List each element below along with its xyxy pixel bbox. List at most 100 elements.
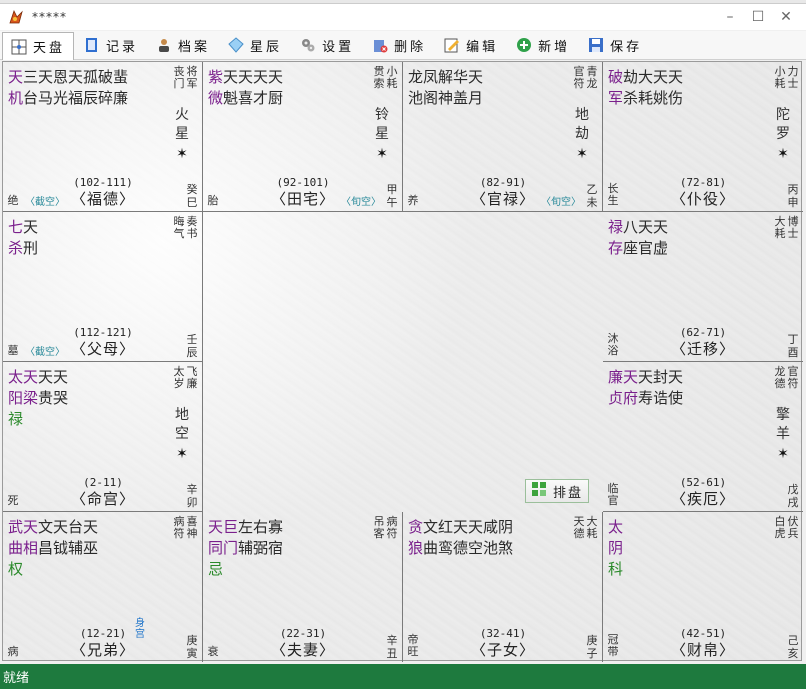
bracket-right: 〉	[719, 190, 736, 208]
palace-cell[interactable]: 七天 杀刑 奏书 晦气墓壬辰 (112-121) 〈父母〉 〈截空〉	[3, 212, 203, 362]
bracket-left: 〈	[70, 641, 87, 659]
star-text: 武天	[8, 518, 39, 536]
star-text: 阳梁	[8, 389, 39, 407]
star-text: 阴	[608, 539, 624, 557]
star-text: 劫大天天	[623, 68, 684, 86]
main-toolbar: 天盘 记录 档案 星辰 设置 删除 编辑 新增 保存	[0, 31, 806, 60]
minor-stars: 病符 吊客	[373, 516, 398, 540]
palace-name-text: 疾厄	[686, 490, 719, 508]
palace-name: 〈兄弟〉	[3, 639, 203, 660]
star-row: 军杀耗姚伤	[608, 87, 683, 108]
bracket-left: 〈	[270, 641, 287, 659]
bracket-right: 〉	[519, 641, 536, 659]
toolbar-button-0[interactable]: 天盘	[2, 32, 75, 60]
bracket-left: 〈	[470, 641, 487, 659]
star-text: 存	[608, 239, 624, 257]
vertical-star: 擎羊	[776, 407, 790, 442]
minor-stars: 飞廉 太岁	[173, 366, 198, 390]
void-mark: 〈截空〉	[25, 197, 65, 208]
minor-stars: 力士 小耗	[774, 66, 799, 90]
notebook-icon	[84, 37, 100, 53]
person-icon	[156, 37, 172, 53]
toolbar-button-4[interactable]: 设置	[292, 32, 362, 58]
star-text: 三天恩天孤破蜚	[23, 68, 129, 86]
gears-icon	[300, 37, 316, 53]
palace-name: 〈仆役〉	[603, 188, 803, 209]
status-bar: 就绪	[0, 664, 806, 689]
star-text: 辅弼宿	[238, 539, 284, 557]
minor-star-text: 大耗	[586, 515, 598, 540]
star-row: 廉天天封天	[608, 366, 683, 387]
star-text: 曲鸾德空池煞	[423, 539, 514, 557]
save-icon	[588, 37, 604, 53]
star-text: 座官虚	[623, 239, 669, 257]
close-button[interactable]: ✕	[773, 4, 799, 30]
star-row: 阳梁贵哭	[8, 387, 68, 408]
palace-name-text: 父母	[86, 340, 119, 358]
app-logo-icon	[8, 9, 24, 25]
star-text: 机	[8, 89, 24, 107]
toolbar-button-label: 删除	[394, 39, 427, 55]
star-text: 忌	[208, 560, 224, 578]
bracket-left: 〈	[270, 190, 287, 208]
toolbar-button-label: 档案	[178, 39, 211, 55]
star-row: 杀刑	[8, 237, 38, 258]
minimize-button[interactable]: –	[717, 4, 743, 30]
toolbar-button-7[interactable]: 新增	[508, 32, 578, 58]
toolbar-button-5[interactable]: 删除	[364, 32, 434, 58]
palace-name: 〈迁移〉	[603, 338, 803, 359]
star-text: 军	[608, 89, 624, 107]
star-text: 左右寡	[238, 518, 284, 536]
star-row: 曲相昌钺辅巫	[8, 537, 98, 558]
palace-cell[interactable]: 天三天恩天孤破蜚 机台马光福辰碎廉 将军 丧门 火星 ✶ 绝癸巳 (102-111) 〈福德〉〈…	[3, 62, 203, 212]
star-text: 同门	[208, 539, 239, 557]
star-text: 寿诰使	[638, 389, 684, 407]
delete-icon	[372, 37, 388, 53]
vertical-star: 铃星	[375, 107, 389, 142]
star-text: 池阁神盖月	[408, 89, 484, 107]
star-text: 刑	[23, 239, 39, 257]
star-row: 科	[608, 558, 623, 579]
toolbar-button-2[interactable]: 档案	[148, 32, 218, 58]
palace-cell[interactable]: 紫天天天天 微魁喜才厨 小耗 贯索 铃星 ✶ 胎甲午 (92-101) 〈田宅〉 〈旬空〉	[203, 62, 403, 212]
minor-stars: 将军 丧门	[173, 66, 198, 90]
vertical-star: 地空	[175, 407, 189, 442]
palace-cell[interactable]: 太天天天 阳梁贵哭禄飞廉 太岁 地空 ✶ 死辛卯 (2-11) 〈命宫〉	[3, 362, 203, 512]
palace-cell[interactable]: 天巨左右寡 同门辅弼宿忌病符 吊客衰辛丑 (22-31) 〈夫妻〉	[203, 512, 403, 662]
palace-cell[interactable]: 太阴科伏兵 白虎 冠带 己亥 (42-51) 〈财帛〉	[603, 512, 803, 662]
toolbar-button-1[interactable]: 记录	[76, 32, 146, 58]
minor-star-text: 龙德	[774, 365, 786, 390]
minor-star-text: 将军	[186, 65, 198, 90]
palace-cell[interactable]: 武天文天台天 曲相昌钺辅巫权喜神 病符病庚寅 (12-21) 〈兄弟〉 身宫	[3, 512, 203, 662]
palace-cell[interactable]: 贪文红天天咸阴 狼曲鸾德空池煞 大耗 天德 帝旺 庚子 (32-41) 〈子女〉	[403, 512, 603, 662]
minor-star-text: 青龙	[586, 65, 598, 90]
star-row: 微魁喜才厨	[208, 87, 283, 108]
palace-cell[interactable]: 破劫大天天 军杀耗姚伤 力士 小耗 陀罗 ✶ 长生 丙申 (72-81) 〈仆役〉	[603, 62, 803, 212]
toolbar-button-8[interactable]: 保存	[580, 32, 650, 58]
star-text: 贵哭	[38, 389, 69, 407]
bracket-left: 〈	[470, 190, 487, 208]
maximize-button[interactable]: ☐	[745, 4, 771, 30]
minor-stars: 奏书 晦气	[173, 216, 198, 240]
star-text: 文天台天	[38, 518, 99, 536]
minor-stars: 小耗 贯索	[373, 66, 398, 90]
palace-name: 〈子女〉	[403, 639, 603, 660]
minor-star-text: 飞廉	[186, 365, 198, 390]
toolbar-button-3[interactable]: 星辰	[220, 32, 290, 58]
bracket-right: 〉	[519, 190, 536, 208]
vertical-star: 火星	[175, 107, 189, 142]
arrange-chart-button[interactable]: 排盘	[525, 479, 589, 503]
void-mark: 〈截空〉	[25, 347, 65, 358]
toolbar-button-6[interactable]: 编辑	[436, 32, 506, 58]
star-row: 太天天天	[8, 366, 68, 387]
bracket-left: 〈	[670, 490, 687, 508]
palace-cell[interactable]: 禄八天天 存座官虚 博士 大耗 沐浴 丁酉 (62-71) 〈迁移〉	[603, 212, 803, 362]
palace-cell[interactable]: 龙凤解华天 池阁神盖月 青龙 官符 地劫 ✶ 养乙未 (82-91) 〈官禄〉 〈旬空〉	[403, 62, 603, 212]
star-text: 文红天天咸阴	[423, 518, 514, 536]
star-mark-icon: ✶	[176, 146, 188, 162]
minor-star-text: 吊客	[373, 515, 385, 540]
star-row: 池阁神盖月	[408, 87, 483, 108]
bracket-right: 〉	[719, 340, 736, 358]
palace-cell[interactable]: 廉天天封天 贞府寿诰使 官符 龙德 擎羊 ✶ 临官 戊戌 (52-61) 〈疾厄〉	[603, 362, 803, 512]
star-text: 贪	[408, 518, 424, 536]
